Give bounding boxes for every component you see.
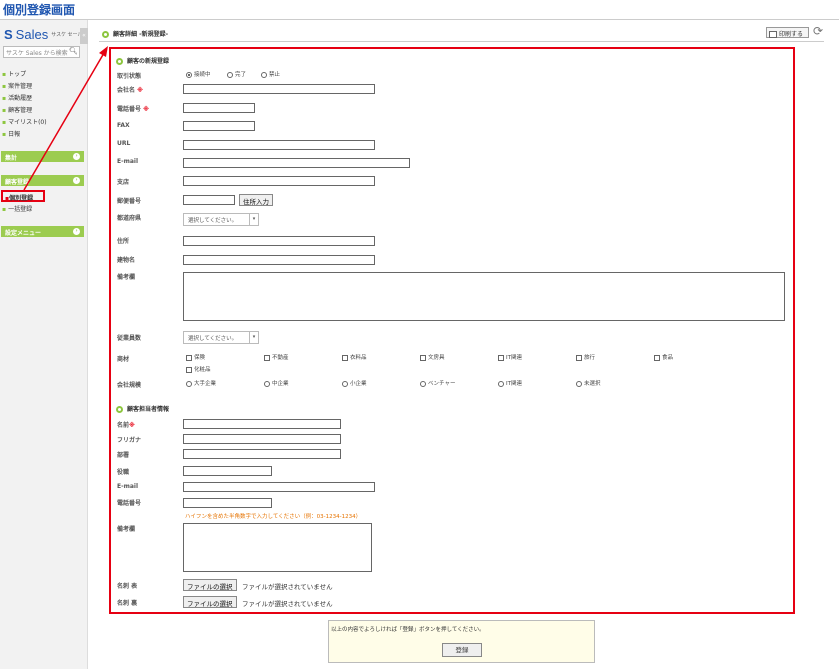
size-radio[interactable]: 中企業 — [264, 379, 289, 387]
status-radio-done[interactable]: 完了 — [227, 70, 246, 78]
email-field[interactable] — [183, 158, 410, 168]
building-field[interactable] — [183, 255, 375, 265]
contact-remarks-textarea[interactable] — [183, 523, 372, 572]
branch-field[interactable] — [183, 176, 375, 186]
company-label: 会社名 ※ — [117, 87, 143, 94]
address-label: 住所 — [117, 238, 130, 245]
status-radio-banned[interactable]: 禁止 — [261, 70, 280, 78]
contact-email-field[interactable] — [183, 482, 375, 492]
url-label: URL — [117, 140, 131, 147]
position-label: 役職 — [117, 469, 130, 476]
contact-email-label: E-mail — [117, 483, 139, 490]
products-label: 商材 — [117, 356, 130, 363]
size-radio[interactable]: ベンチャー — [420, 379, 455, 387]
register-button[interactable]: 登録 — [442, 643, 482, 657]
department-field[interactable] — [183, 449, 341, 459]
section-title-contact: 顧客担当者情報 — [116, 404, 169, 413]
product-checkbox[interactable]: IT関連 — [498, 353, 522, 361]
department-label: 部署 — [117, 452, 130, 459]
product-checkbox[interactable]: 化粧品 — [186, 365, 211, 373]
chevron-down-icon: ▾ — [249, 214, 258, 225]
kana-label: フリガナ — [117, 437, 142, 444]
size-radio[interactable]: 大手企業 — [186, 379, 216, 387]
fax-field[interactable] — [183, 121, 255, 131]
building-label: 建物名 — [117, 257, 136, 264]
contact-name-field[interactable] — [183, 419, 341, 429]
card-front-file-status: ファイルが選択されていません — [242, 583, 333, 591]
contact-phone-field[interactable] — [183, 498, 272, 508]
status-radio-active[interactable]: 接続中 — [186, 70, 211, 78]
chevron-down-icon: ▾ — [249, 332, 258, 343]
title-divider — [99, 41, 824, 42]
product-checkbox[interactable]: 不動産 — [264, 353, 289, 361]
phone-label: 電話番号 ※ — [117, 106, 149, 113]
kana-field[interactable] — [183, 434, 341, 444]
circle-bullet-icon — [116, 58, 123, 65]
product-checkbox[interactable]: 食品 — [654, 353, 673, 361]
fax-label: FAX — [117, 122, 130, 129]
address-field[interactable] — [183, 236, 375, 246]
section-title-new-customer: 顧客の新規登録 — [116, 56, 169, 65]
page-title: 顧客詳細 -新規登録- — [102, 29, 168, 38]
prefecture-select[interactable]: 選択してください。 ▾ — [183, 213, 259, 226]
employees-select[interactable]: 選択してください。 ▾ — [183, 331, 259, 344]
product-checkbox[interactable]: 旅行 — [576, 353, 595, 361]
phone-hint: ハイフンを含めた半角数字で入力してください（例：03-1234-1234） — [185, 514, 362, 520]
card-back-file-status: ファイルが選択されていません — [242, 600, 333, 608]
status-label: 取引状態 — [117, 73, 142, 80]
employees-label: 従業員数 — [117, 335, 142, 342]
product-checkbox[interactable]: 保険 — [186, 353, 205, 361]
print-button[interactable]: 印刷する — [766, 27, 809, 38]
contact-name-label: 名前※ — [117, 422, 135, 429]
address-lookup-button[interactable]: 住所入力 — [239, 194, 273, 206]
company-size-label: 会社規模 — [117, 382, 142, 389]
refresh-icon[interactable]: ⟳ — [813, 24, 823, 38]
remarks-textarea[interactable] — [183, 272, 785, 321]
zip-label: 郵便番号 — [117, 198, 142, 205]
size-radio[interactable]: 小企業 — [342, 379, 367, 387]
product-checkbox[interactable]: 文房具 — [420, 353, 445, 361]
card-front-label: 名刺 表 — [117, 583, 138, 590]
size-radio[interactable]: 未選択 — [576, 379, 601, 387]
circle-bullet-icon — [116, 406, 123, 413]
email-label: E-mail — [117, 158, 139, 165]
confirm-message: 以上の内容でよろしければ「登録」ボタンを押してください。 — [331, 627, 485, 633]
url-field[interactable] — [183, 140, 375, 150]
company-field[interactable] — [183, 84, 375, 94]
prefecture-label: 都道府県 — [117, 215, 142, 222]
card-front-file-button[interactable]: ファイルの選択 — [183, 579, 237, 591]
zip-field[interactable] — [183, 195, 235, 205]
card-back-file-button[interactable]: ファイルの選択 — [183, 596, 237, 608]
card-back-label: 名刺 裏 — [117, 600, 138, 607]
remarks-label: 備考欄 — [117, 274, 136, 281]
phone-field[interactable] — [183, 103, 255, 113]
contact-remarks-label: 備考欄 — [117, 526, 136, 533]
product-checkbox[interactable]: 衣料品 — [342, 353, 367, 361]
position-field[interactable] — [183, 466, 272, 476]
printer-icon — [769, 31, 777, 38]
circle-bullet-icon — [102, 31, 109, 38]
contact-phone-label: 電話番号 — [117, 500, 142, 507]
branch-label: 支店 — [117, 179, 130, 186]
size-radio[interactable]: IT関連 — [498, 379, 522, 387]
